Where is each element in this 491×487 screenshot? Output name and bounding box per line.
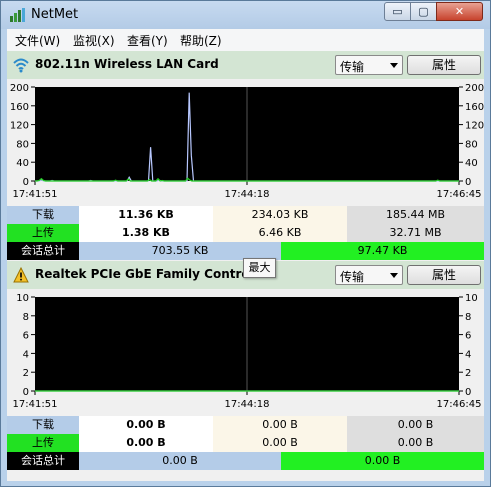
upload-row: 上传 0.00 B 0.00 B 0.00 B — [7, 434, 484, 452]
warning-icon — [13, 267, 29, 283]
y-tick-label-left: 40 — [16, 158, 29, 169]
maximize-icon: ▢ — [418, 5, 429, 18]
traffic-chart-ethernet: 10 10 8 8 6 6 4 4 2 2 0 0 17:41:51 17:44:18 17:46:45 — [7, 289, 484, 429]
y-tick-label-left: 4 — [23, 349, 29, 360]
download-row: 下载 11.36 KB 234.03 KB 185.44 MB — [7, 206, 484, 224]
x-tick-label: 17:41:51 — [13, 399, 58, 410]
mode-select[interactable]: 传输 — [335, 55, 403, 75]
client-area: 文件(W) 监视(X) 查看(Y) 帮助(Z) 802.11n Wireless… — [7, 29, 484, 481]
netmet-window: NetMet ▭ ▢ ✕ 文件(W) 监视(X) 查看(Y) 帮助(Z) 802… — [0, 0, 491, 487]
window-title: NetMet — [31, 7, 79, 22]
y-tick-label-right: 10 — [465, 293, 478, 304]
y-tick-label-right: 4 — [465, 349, 471, 360]
y-tick-label-left: 10 — [16, 293, 29, 304]
title-bar[interactable]: NetMet ▭ ▢ ✕ — [1, 1, 490, 29]
upload-label: 上传 — [7, 224, 79, 242]
y-tick-label-left: 8 — [23, 312, 29, 323]
x-tick-label: 17:46:45 — [437, 399, 482, 410]
session-total-upload: 97.47 KB — [281, 242, 484, 260]
y-tick-label-left: 80 — [16, 139, 29, 150]
minimize-button[interactable]: ▭ — [384, 2, 411, 21]
upload-total: 0.00 B — [347, 434, 484, 452]
y-tick-label-left: 200 — [10, 83, 29, 94]
y-tick-label-left: 0 — [23, 387, 29, 398]
chevron-down-icon — [390, 273, 398, 278]
y-tick-label-right: 6 — [465, 331, 471, 342]
y-tick-label-right: 8 — [465, 312, 471, 323]
adapter-header-wireless: 802.11n Wireless LAN Card 传输 属性 — [7, 51, 484, 79]
upload-row: 上传 1.38 KB 6.46 KB 32.71 MB — [7, 224, 484, 242]
minimize-icon: ▭ — [392, 5, 403, 18]
download-total: 0.00 B — [347, 416, 484, 434]
y-tick-label-right: 160 — [465, 102, 484, 113]
download-row: 下载 0.00 B 0.00 B 0.00 B — [7, 416, 484, 434]
traffic-chart-svg: 10 108 86 64 42 20 017:41:51 17:44:18 17:46:45 — [13, 293, 482, 410]
session-total-download: 0.00 B — [79, 452, 281, 470]
traffic-chart-svg: 200 200160 160120 12080 8040 400 017:41:51 17:4… — [10, 83, 484, 200]
properties-button[interactable]: 属性 — [407, 55, 481, 75]
menu-help[interactable]: 帮助(Z) — [180, 32, 222, 49]
download-max: 234.03 KB — [213, 206, 347, 224]
download-current: 0.00 B — [79, 416, 213, 434]
y-tick-label-left: 160 — [10, 102, 29, 113]
y-tick-label-left: 0 — [23, 177, 29, 188]
upload-total: 32.71 MB — [347, 224, 484, 242]
x-tick-label: 17:44:18 — [225, 399, 270, 410]
y-tick-label-left: 2 — [23, 368, 29, 379]
mode-select-value: 传输 — [340, 60, 365, 74]
traffic-chart-wireless: 200 200 160 160 120 120 80 80 40 40 0 0 17:41:51 17:4… — [7, 79, 484, 219]
wifi-icon — [13, 58, 29, 73]
session-total-label: 会话总计 — [7, 242, 79, 260]
session-total-row: 会话总计 0.00 B 0.00 B — [7, 452, 484, 470]
upload-current: 1.38 KB — [79, 224, 213, 242]
y-tick-label-right: 0 — [465, 387, 471, 398]
y-tick-label-left: 6 — [23, 331, 29, 342]
upload-max: 6.46 KB — [213, 224, 347, 242]
download-label: 下载 — [7, 206, 79, 224]
session-total-label: 会话总计 — [7, 452, 79, 470]
mode-select-value: 传输 — [340, 270, 365, 284]
maximize-button[interactable]: ▢ — [410, 2, 437, 21]
download-total: 185.44 MB — [347, 206, 484, 224]
menu-bar: 文件(W) 监视(X) 查看(Y) 帮助(Z) — [7, 29, 484, 51]
adapter-name: Realtek PCIe GbE Family Controller — [35, 267, 272, 281]
menu-file[interactable]: 文件(W) — [15, 32, 60, 49]
x-tick-label: 17:41:51 — [13, 189, 58, 200]
y-tick-label-right: 2 — [465, 368, 471, 379]
close-icon: ✕ — [454, 5, 465, 18]
upload-max: 0.00 B — [213, 434, 347, 452]
upload-label: 上传 — [7, 434, 79, 452]
chevron-down-icon — [390, 63, 398, 68]
download-label: 下载 — [7, 416, 79, 434]
menu-monitor[interactable]: 监视(X) — [73, 32, 115, 49]
close-button[interactable]: ✕ — [436, 2, 483, 21]
x-tick-label: 17:44:18 — [225, 189, 270, 200]
adapter-name: 802.11n Wireless LAN Card — [35, 57, 219, 71]
y-tick-label-right: 80 — [465, 139, 478, 150]
mode-select[interactable]: 传输 — [335, 265, 403, 285]
x-tick-label: 17:46:45 — [437, 189, 482, 200]
tooltip: 最大 — [243, 258, 276, 278]
app-icon — [10, 8, 25, 22]
upload-current: 0.00 B — [79, 434, 213, 452]
session-total-upload: 0.00 B — [281, 452, 484, 470]
download-max: 0.00 B — [213, 416, 347, 434]
properties-button[interactable]: 属性 — [407, 265, 481, 285]
y-tick-label-right: 200 — [465, 83, 484, 94]
y-tick-label-right: 40 — [465, 158, 478, 169]
y-tick-label-right: 120 — [465, 121, 484, 132]
download-current: 11.36 KB — [79, 206, 213, 224]
y-tick-label-left: 120 — [10, 121, 29, 132]
y-tick-label-right: 0 — [465, 177, 471, 188]
menu-view[interactable]: 查看(Y) — [127, 32, 168, 49]
